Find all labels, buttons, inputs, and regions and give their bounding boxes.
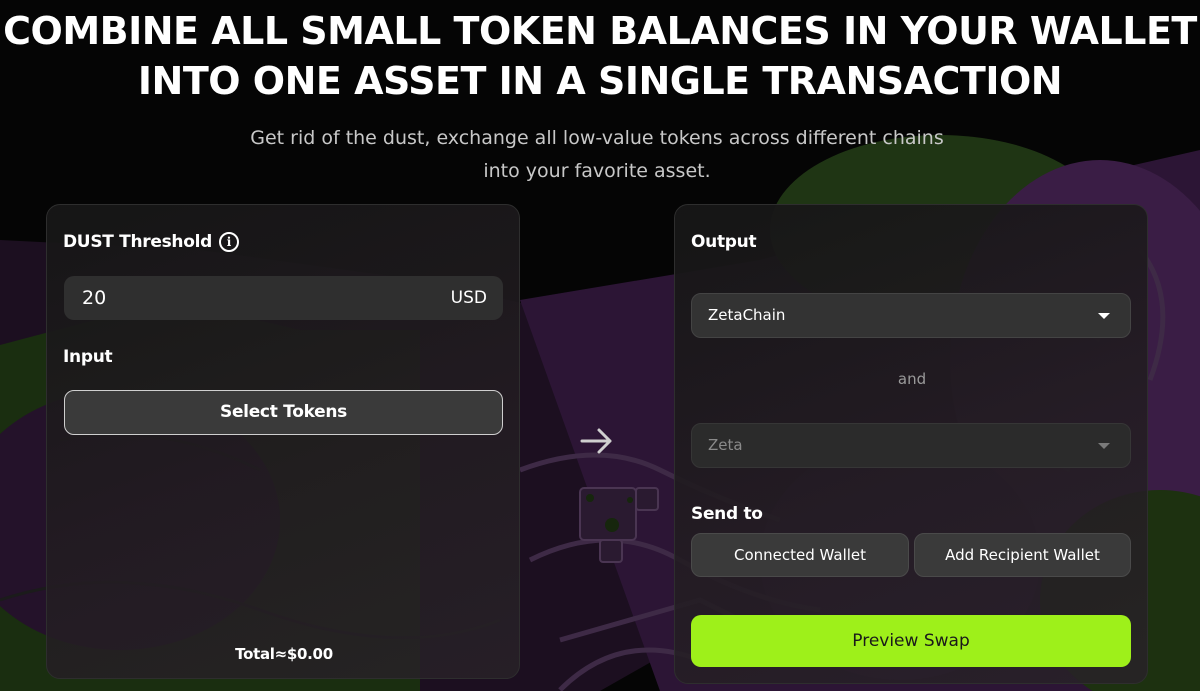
dust-threshold-unit: USD	[450, 288, 487, 308]
and-separator: and	[897, 370, 927, 388]
connected-wallet-button[interactable]: Connected Wallet	[691, 533, 909, 577]
send-to-label: Send to	[691, 504, 763, 524]
total-value: Total≈$0.00	[235, 645, 333, 663]
chain-select-value: ZetaChain	[708, 306, 786, 324]
preview-swap-button[interactable]: Preview Swap	[691, 615, 1131, 667]
add-recipient-wallet-button[interactable]: Add Recipient Wallet	[914, 533, 1131, 577]
arrow-right-icon	[580, 428, 612, 454]
page-subtitle: Get rid of the dust, exchange all low-va…	[250, 127, 944, 182]
select-tokens-button[interactable]: Select Tokens	[64, 390, 503, 435]
output-card: Output ZetaChain and Zeta Send to Connec…	[674, 204, 1148, 684]
page-title-line-2: INTO ONE ASSET IN A SINGLE TRANSACTION	[137, 59, 1063, 103]
token-select-placeholder: Zeta	[708, 436, 743, 454]
output-label: Output	[691, 232, 757, 252]
dust-threshold-label: DUST Threshold	[63, 232, 212, 252]
input-label: Input	[63, 347, 113, 367]
dust-threshold-input[interactable]: 20 USD	[64, 276, 503, 320]
chevron-down-icon	[1098, 443, 1110, 449]
dust-swap-page: COMBINE ALL SMALL TOKEN BALANCES IN YOUR…	[0, 0, 1200, 691]
chain-select[interactable]: ZetaChain	[691, 293, 1131, 338]
input-card: DUST Threshold i 20 USD Input Select Tok…	[46, 204, 520, 679]
dust-threshold-value[interactable]: 20	[82, 276, 106, 320]
page-title-line-1: COMBINE ALL SMALL TOKEN BALANCES IN YOUR…	[3, 9, 1197, 53]
page-title: COMBINE ALL SMALL TOKEN BALANCES IN YOUR…	[0, 6, 1200, 106]
info-icon[interactable]: i	[219, 232, 239, 252]
chevron-down-icon	[1098, 313, 1110, 319]
token-select[interactable]: Zeta	[691, 423, 1131, 468]
